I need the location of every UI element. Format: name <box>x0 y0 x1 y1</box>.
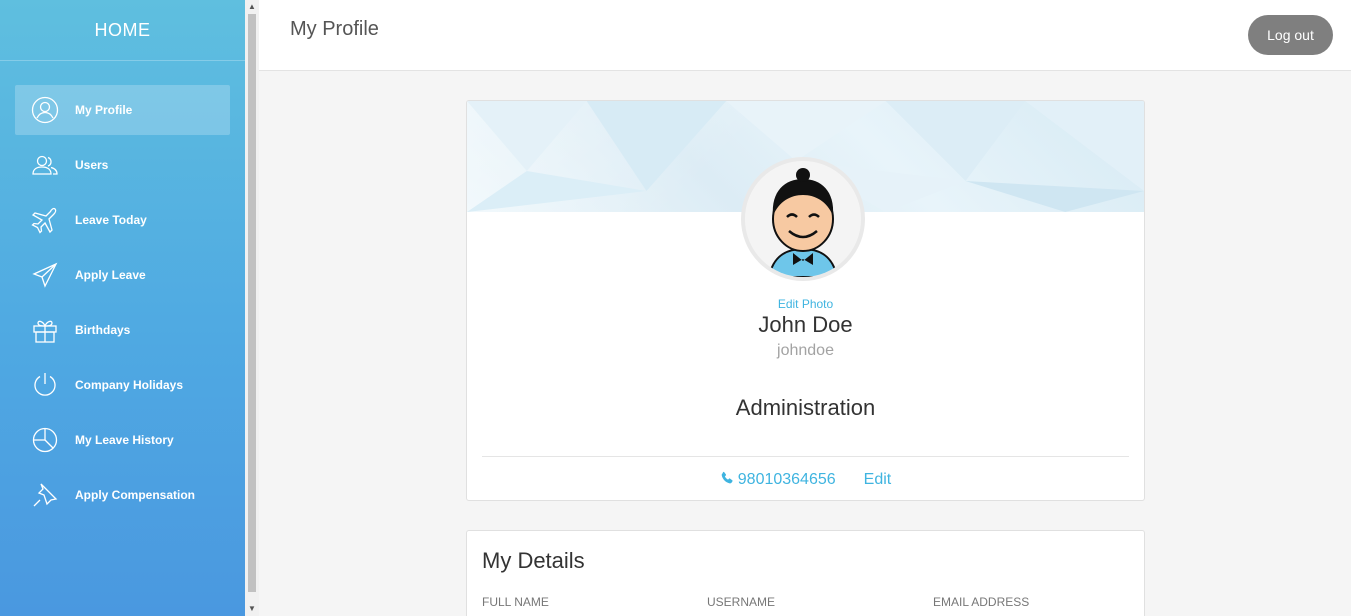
home-link[interactable]: HOME <box>0 0 245 61</box>
sidebar-item-my-leave-history[interactable]: My Leave History <box>15 415 230 465</box>
power-icon <box>30 370 60 400</box>
edit-contact-link[interactable]: Edit <box>864 471 892 488</box>
edit-photo-link[interactable]: Edit Photo <box>467 297 1144 311</box>
sidebar-item-label: Users <box>75 158 109 172</box>
contact-row: 98010364656 Edit <box>467 471 1144 489</box>
profile-username: johndoe <box>777 342 834 359</box>
sidebar-item-label: Company Holidays <box>75 378 184 392</box>
email-address-label: EMAIL ADDRESS <box>933 595 1128 616</box>
top-header: My Profile Log out <box>259 0 1351 71</box>
pie-chart-icon <box>30 425 60 455</box>
sidebar-item-leave-today[interactable]: Leave Today <box>15 195 230 245</box>
paper-plane-icon <box>30 260 60 290</box>
details-card: My Details FULL NAME USERNAME EMAIL ADDR… <box>466 530 1145 616</box>
sidebar-item-label: My Leave History <box>75 433 174 447</box>
sidebar-item-label: My Profile <box>75 103 133 117</box>
logout-button[interactable]: Log out <box>1248 15 1333 55</box>
profile-card: Edit Photo John Doe johndoe Administrati… <box>466 100 1145 501</box>
sidebar-item-company-holidays[interactable]: Company Holidays <box>15 360 230 410</box>
sidebar-item-label: Birthdays <box>75 323 131 337</box>
sidebar-item-label: Apply Leave <box>75 268 146 282</box>
divider <box>482 456 1129 457</box>
sidebar-nav: My Profile Users Leave Today Apply Leave… <box>0 61 245 520</box>
scroll-up-arrow-icon[interactable]: ▲ <box>245 0 259 14</box>
users-icon <box>30 150 60 180</box>
phone-icon <box>720 471 734 485</box>
page-title: My Profile <box>290 18 379 40</box>
scroll-thumb[interactable] <box>248 14 256 592</box>
phone-number[interactable]: 98010364656 <box>738 471 836 488</box>
details-title: My Details <box>482 548 585 573</box>
sidebar-item-apply-leave[interactable]: Apply Leave <box>15 250 230 300</box>
plane-icon <box>30 205 60 235</box>
sidebar-item-my-profile[interactable]: My Profile <box>15 85 230 135</box>
scroll-down-arrow-icon[interactable]: ▼ <box>245 602 259 616</box>
pin-icon <box>30 480 60 510</box>
profile-name: John Doe <box>758 312 853 337</box>
username-label: USERNAME <box>707 595 902 616</box>
avatar <box>741 157 865 281</box>
sidebar-item-apply-compensation[interactable]: Apply Compensation <box>15 470 230 520</box>
sidebar-item-users[interactable]: Users <box>15 140 230 190</box>
page-scrollbar[interactable]: ▲ ▼ <box>245 0 259 616</box>
profile-department: Administration <box>735 395 876 420</box>
sidebar-item-label: Apply Compensation <box>75 488 196 502</box>
user-icon <box>30 95 60 125</box>
sidebar-item-birthdays[interactable]: Birthdays <box>15 305 230 355</box>
sidebar: HOME My Profile Users Leave Today Apply … <box>0 0 245 616</box>
sidebar-item-label: Leave Today <box>75 213 147 227</box>
full-name-label: FULL NAME <box>482 595 677 616</box>
gift-icon <box>30 315 60 345</box>
